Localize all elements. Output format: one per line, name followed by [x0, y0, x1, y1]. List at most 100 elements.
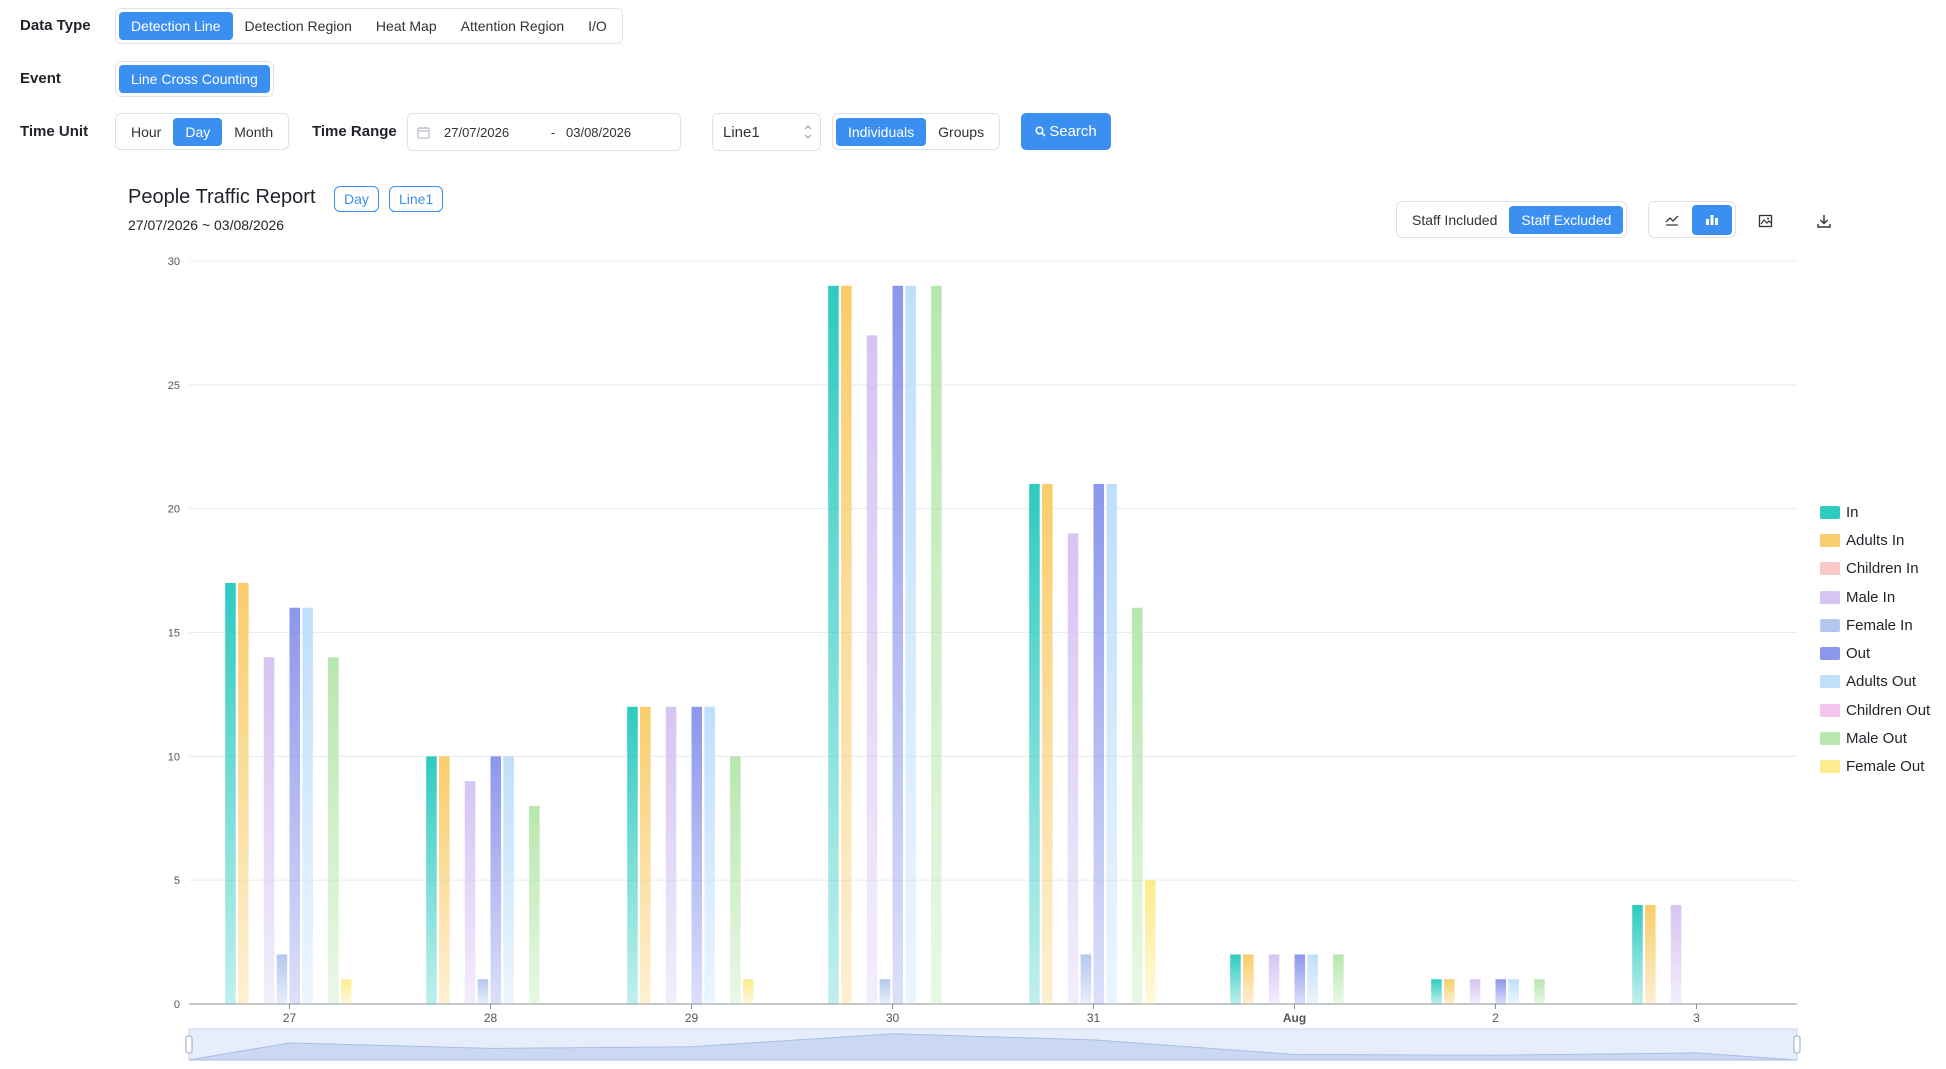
- legend-label: Out: [1846, 645, 1871, 663]
- bar-female-out-27[interactable]: [340, 979, 352, 1004]
- legend-swatch: [1820, 618, 1840, 632]
- bar-adults-in-28[interactable]: [439, 756, 450, 1004]
- bar-adults-out-29[interactable]: [704, 706, 715, 1004]
- legend-label: Children Out: [1846, 701, 1931, 719]
- bar-male-out-29[interactable]: [730, 756, 741, 1004]
- traffic-bar-chart: 0 5 10 15 20 25 30 27 28 29 30 31 Aug 2 3: [168, 256, 1801, 1061]
- legend-swatch: [1820, 533, 1840, 547]
- bar-adults-out-31[interactable]: [1106, 483, 1117, 1004]
- bar-male-in-28[interactable]: [464, 781, 476, 1004]
- legend-label: Male Out: [1846, 730, 1907, 748]
- bar-male-out-2[interactable]: [1534, 979, 1545, 1004]
- x-tick-label: 29: [685, 1011, 699, 1025]
- legend-label: In: [1846, 503, 1859, 521]
- bar-out-29[interactable]: [691, 706, 703, 1004]
- bar-adults-in-2[interactable]: [1444, 979, 1455, 1004]
- legend-item-children-in[interactable]: Children In: [1820, 555, 1930, 583]
- legend-item-in[interactable]: In: [1820, 498, 1930, 526]
- bar-adults-in-27[interactable]: [238, 582, 249, 1004]
- bar-in-29[interactable]: [627, 706, 638, 1004]
- bar-male-in-31[interactable]: [1067, 533, 1079, 1004]
- bar-female-in-27[interactable]: [276, 954, 288, 1004]
- y-tick-label: 0: [174, 999, 180, 1011]
- x-tick-label: 2: [1492, 1011, 1499, 1025]
- zoom-handle-left[interactable]: [185, 1035, 193, 1054]
- bar-adults-out-28[interactable]: [503, 756, 514, 1004]
- bar-adults-out-27[interactable]: [302, 607, 313, 1004]
- legend-item-out[interactable]: Out: [1820, 639, 1930, 667]
- bar-male-out-28[interactable]: [529, 805, 540, 1004]
- bar-female-in-30[interactable]: [879, 979, 891, 1004]
- legend-swatch: [1820, 562, 1840, 576]
- legend-label: Female In: [1846, 616, 1913, 634]
- bar-male-in-3[interactable]: [1670, 904, 1682, 1004]
- bar-male-out-30[interactable]: [931, 285, 942, 1004]
- bar-in-2[interactable]: [1431, 979, 1442, 1004]
- y-tick-label: 30: [168, 256, 180, 268]
- x-tick-label: 31: [1087, 1011, 1101, 1025]
- legend-item-female-in[interactable]: Female In: [1820, 611, 1930, 639]
- x-tick-label: 30: [886, 1011, 900, 1025]
- legend-item-adults-out[interactable]: Adults Out: [1820, 668, 1930, 696]
- legend-label: Adults Out: [1846, 673, 1917, 691]
- bar-in-31[interactable]: [1029, 483, 1040, 1004]
- legend-item-male-out[interactable]: Male Out: [1820, 724, 1930, 752]
- legend-swatch: [1820, 590, 1840, 604]
- bar-in-30[interactable]: [828, 285, 839, 1004]
- y-tick-label: 25: [168, 380, 180, 392]
- bar-female-out-31[interactable]: [1144, 880, 1156, 1004]
- legend-swatch: [1820, 732, 1840, 746]
- legend-swatch: [1820, 647, 1840, 661]
- legend-label: Female Out: [1846, 758, 1925, 776]
- bar-adults-out-30[interactable]: [905, 285, 916, 1004]
- bar-adults-in-31[interactable]: [1042, 483, 1053, 1004]
- bar-male-in-2[interactable]: [1469, 979, 1481, 1004]
- legend-label: Male In: [1846, 588, 1896, 606]
- x-tick-label: Aug: [1283, 1011, 1306, 1025]
- legend-swatch: [1820, 505, 1840, 519]
- bar-out-28[interactable]: [490, 756, 502, 1004]
- bar-male-in-29[interactable]: [665, 706, 677, 1004]
- y-tick-label: 10: [168, 751, 180, 763]
- bar-adults-out-2[interactable]: [1508, 979, 1519, 1004]
- bar-adults-in-30[interactable]: [841, 285, 852, 1004]
- x-tick-label: 28: [484, 1011, 498, 1025]
- bar-adults-in-3[interactable]: [1645, 904, 1656, 1004]
- bar-out-2[interactable]: [1495, 979, 1507, 1004]
- bar-out-27[interactable]: [289, 607, 301, 1004]
- bar-in-aug[interactable]: [1230, 954, 1241, 1004]
- legend-swatch: [1820, 675, 1840, 689]
- bar-female-out-29[interactable]: [742, 979, 754, 1004]
- bar-male-out-31[interactable]: [1132, 607, 1143, 1004]
- x-tick-label: 27: [283, 1011, 297, 1025]
- legend-item-children-out[interactable]: Children Out: [1820, 696, 1930, 724]
- legend-swatch: [1820, 760, 1840, 774]
- bar-female-in-31[interactable]: [1080, 954, 1092, 1004]
- bar-out-31[interactable]: [1093, 483, 1105, 1004]
- bar-male-in-30[interactable]: [866, 335, 878, 1004]
- legend-item-female-out[interactable]: Female Out: [1820, 753, 1930, 781]
- y-tick-label: 5: [174, 875, 180, 887]
- bar-out-aug[interactable]: [1294, 954, 1306, 1004]
- bar-adults-in-aug[interactable]: [1243, 954, 1254, 1004]
- legend-swatch: [1820, 703, 1840, 717]
- legend-label: Children In: [1846, 560, 1919, 578]
- bar-male-in-27[interactable]: [263, 657, 275, 1004]
- bar-out-30[interactable]: [892, 285, 904, 1004]
- legend-label: Adults In: [1846, 531, 1905, 549]
- y-tick-label: 15: [168, 628, 180, 640]
- bar-adults-in-29[interactable]: [640, 706, 651, 1004]
- zoom-handle-right[interactable]: [1793, 1035, 1801, 1054]
- bar-male-out-aug[interactable]: [1333, 954, 1344, 1004]
- bar-male-out-27[interactable]: [328, 657, 339, 1004]
- legend-item-male-in[interactable]: Male In: [1820, 583, 1930, 611]
- bar-female-in-28[interactable]: [477, 979, 489, 1004]
- bar-male-in-aug[interactable]: [1268, 954, 1280, 1004]
- bar-in-28[interactable]: [426, 756, 437, 1004]
- legend-item-adults-in[interactable]: Adults In: [1820, 526, 1930, 554]
- bar-in-27[interactable]: [225, 582, 236, 1004]
- x-tick-label: 3: [1693, 1011, 1700, 1025]
- bar-adults-out-aug[interactable]: [1307, 954, 1318, 1004]
- bar-in-3[interactable]: [1632, 904, 1643, 1004]
- y-tick-label: 20: [168, 504, 180, 516]
